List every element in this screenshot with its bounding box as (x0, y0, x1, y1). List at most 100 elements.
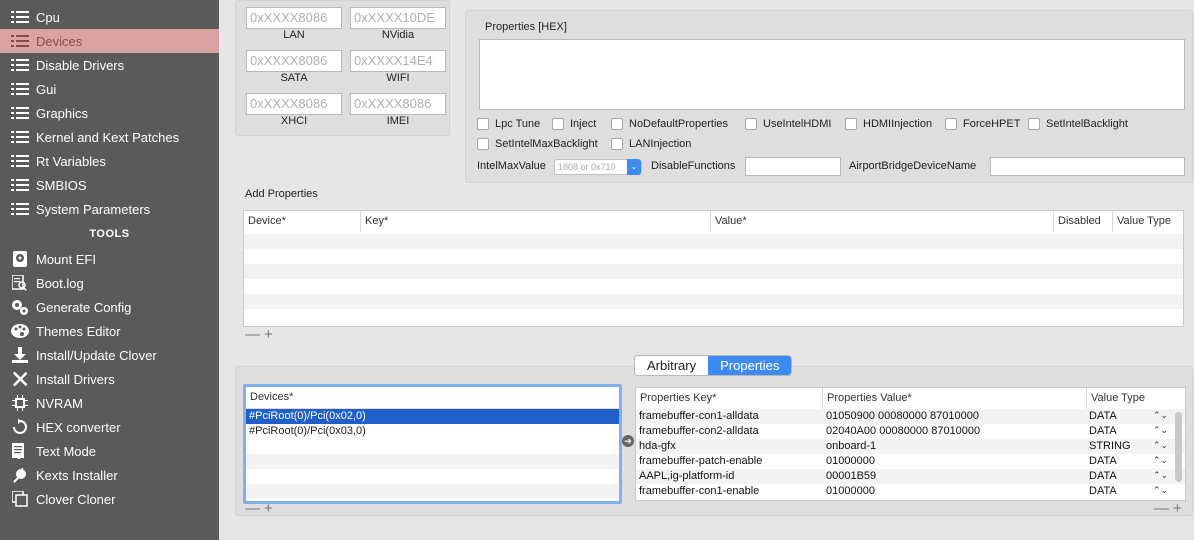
sidebar-item-smbios[interactable]: SMBIOS (0, 173, 219, 197)
properties-table[interactable]: Properties Key* Properties Value* Value … (635, 387, 1186, 501)
tool-install-update-clover[interactable]: Install/Update Clover (0, 343, 219, 367)
tool-install-drivers[interactable]: Install Drivers (0, 367, 219, 391)
arrow-right-icon[interactable]: ➔ (622, 435, 634, 447)
tool-mount-efi[interactable]: Mount EFI (0, 247, 219, 271)
imei-label: IMEI (386, 115, 410, 127)
xhci-id-field[interactable]: 0xXXXX8086 (246, 93, 342, 115)
add-property-button[interactable]: + (1173, 500, 1182, 517)
mode-segmented-control[interactable]: Arbitrary Properties (634, 355, 793, 376)
set-intel-max-backlight-checkbox[interactable]: SetIntelMaxBacklight (477, 138, 598, 150)
imei-id-field[interactable]: 0xXXXX8086 (350, 93, 446, 115)
sidebar-item-gui[interactable]: Gui (0, 77, 219, 101)
stepper-icon[interactable]: ⌃⌄ (1153, 440, 1168, 451)
property-value: 00001B59 (826, 470, 877, 482)
sidebar-item-cpu[interactable]: Cpu (0, 5, 219, 29)
tool-generate-config[interactable]: Generate Config (0, 295, 219, 319)
hdmi-injection-checkbox[interactable]: HDMIInjection (845, 118, 932, 130)
lan-injection-checkbox[interactable]: LANInjection (611, 138, 691, 150)
add-row-button[interactable]: + (264, 326, 273, 343)
tool-text-mode[interactable]: Text Mode (0, 439, 219, 463)
sidebar-item-label: SMBIOS (36, 177, 87, 193)
tool-kexts-installer[interactable]: Kexts Installer (0, 463, 219, 487)
device-row[interactable]: #PciRoot(0)/Pci(0x02,0) (246, 409, 619, 424)
column-header[interactable]: Value Type (1087, 388, 1185, 409)
stepper-icon[interactable]: ⌃⌄ (1153, 410, 1168, 421)
chevron-down-icon: ⌄ (627, 159, 641, 175)
wifi-id-field[interactable]: 0xXXXX14E4 (350, 50, 446, 72)
table-row (246, 454, 619, 469)
column-header[interactable]: Value* (711, 211, 1054, 232)
column-header[interactable]: Properties Value* (823, 388, 1087, 409)
property-type: DATA (1089, 410, 1117, 422)
sidebar-item-kernel-kext-patches[interactable]: Kernel and Kext Patches (0, 125, 219, 149)
properties-hex-textarea[interactable] (479, 39, 1185, 110)
remove-device-button[interactable]: — (245, 500, 260, 517)
set-intel-backlight-checkbox[interactable]: SetIntelBacklight (1028, 118, 1128, 130)
inject-checkbox[interactable]: Inject (552, 118, 596, 130)
table-row[interactable]: hda-gfx onboard-1 STRING ⌃⌄ (636, 439, 1185, 454)
sidebar-item-devices[interactable]: Devices (0, 29, 219, 53)
stepper-icon[interactable]: ⌃⌄ (1153, 455, 1168, 466)
remove-row-button[interactable]: — (245, 326, 260, 343)
text-icon (10, 443, 30, 459)
lan-id-field[interactable]: 0xXXXX8086 (246, 7, 342, 29)
add-device-button[interactable]: + (264, 500, 273, 517)
disable-functions-field[interactable] (745, 157, 841, 176)
sidebar-item-label: Kernel and Kext Patches (36, 129, 180, 145)
sata-label: SATA (280, 72, 308, 84)
tab-arbitrary[interactable]: Arbitrary (635, 356, 708, 375)
table-row[interactable]: framebuffer-con1-enable 01000000 DATA ⌃⌄ (636, 484, 1185, 499)
sata-id-field[interactable]: 0xXXXX8086 (246, 50, 342, 72)
stepper-icon[interactable]: ⌃⌄ (1153, 470, 1168, 481)
column-header[interactable]: Disabled (1054, 211, 1113, 232)
remove-property-button[interactable]: — (1154, 500, 1169, 517)
tool-themes-editor[interactable]: Themes Editor (0, 319, 219, 343)
scrollbar[interactable] (1175, 412, 1182, 482)
no-default-properties-checkbox[interactable]: NoDefaultProperties (611, 118, 728, 130)
property-type: STRING (1089, 440, 1131, 452)
tool-boot-log[interactable]: Boot.log (0, 271, 219, 295)
table-row[interactable]: framebuffer-patch-enable 01000000 DATA ⌃… (636, 454, 1185, 469)
lpc-tune-checkbox[interactable]: Lpc Tune (477, 118, 540, 130)
xhci-label: XHCI (280, 115, 308, 127)
sidebar-item-system-parameters[interactable]: System Parameters (0, 197, 219, 221)
stepper-icon[interactable]: ⌃⌄ (1153, 425, 1168, 436)
stepper-icon[interactable]: ⌃⌄ (1153, 485, 1168, 496)
sidebar-item-label: Gui (36, 81, 57, 97)
sidebar-item-graphics[interactable]: Graphics (0, 101, 219, 125)
tool-clover-cloner[interactable]: Clover Cloner (0, 487, 219, 511)
use-intel-hdmi-checkbox[interactable]: UseIntelHDMI (745, 118, 831, 130)
sidebar-item-label: Rt Variables (36, 153, 106, 169)
device-row[interactable]: #PciRoot(0)/Pci(0x03,0) (246, 424, 619, 439)
column-header[interactable]: Key* (361, 211, 711, 232)
sidebar-item-disable-drivers[interactable]: Disable Drivers (0, 53, 219, 77)
force-hpet-checkbox[interactable]: ForceHPET (945, 118, 1020, 130)
property-key: AAPL,ig-platform-id (639, 470, 735, 482)
chip-icon (10, 395, 30, 411)
property-type: DATA (1089, 455, 1117, 467)
sidebar-item-rt-variables[interactable]: Rt Variables (0, 149, 219, 173)
devices-list[interactable]: Devices* #PciRoot(0)/Pci(0x02,0) #PciRoo… (243, 384, 622, 504)
property-value: 01050900 00080000 87010000 (826, 410, 979, 422)
add-properties-table[interactable]: Device* Key* Value* Disabled Value Type (243, 210, 1184, 327)
list-icon (10, 177, 30, 193)
table-row[interactable]: framebuffer-con2-alldata 02040A00 000800… (636, 424, 1185, 439)
tab-properties[interactable]: Properties (708, 356, 792, 375)
column-header[interactable]: Properties Key* (636, 388, 823, 409)
plug-icon (10, 467, 30, 483)
table-row (244, 249, 1183, 264)
tool-nvram[interactable]: NVRAM (0, 391, 219, 415)
sidebar-item-label: Graphics (36, 105, 89, 121)
tool-label: Install/Update Clover (36, 347, 157, 363)
nvidia-id-field[interactable]: 0xXXXX10DE (350, 7, 446, 29)
sidebar-item-label: Cpu (36, 9, 60, 25)
column-header[interactable]: Value Type (1113, 211, 1183, 232)
wifi-label: WIFI (386, 72, 410, 84)
table-row (244, 264, 1183, 279)
table-row[interactable]: framebuffer-con1-alldata 01050900 000800… (636, 409, 1185, 424)
tool-hex-converter[interactable]: HEX converter (0, 415, 219, 439)
table-row[interactable]: AAPL,ig-platform-id 00001B59 DATA ⌃⌄ (636, 469, 1185, 484)
airport-bridge-field[interactable] (990, 157, 1185, 176)
column-header[interactable]: Device* (244, 211, 361, 232)
intel-max-value-select[interactable]: 1808 or 0x710 ⌄ (554, 159, 642, 175)
